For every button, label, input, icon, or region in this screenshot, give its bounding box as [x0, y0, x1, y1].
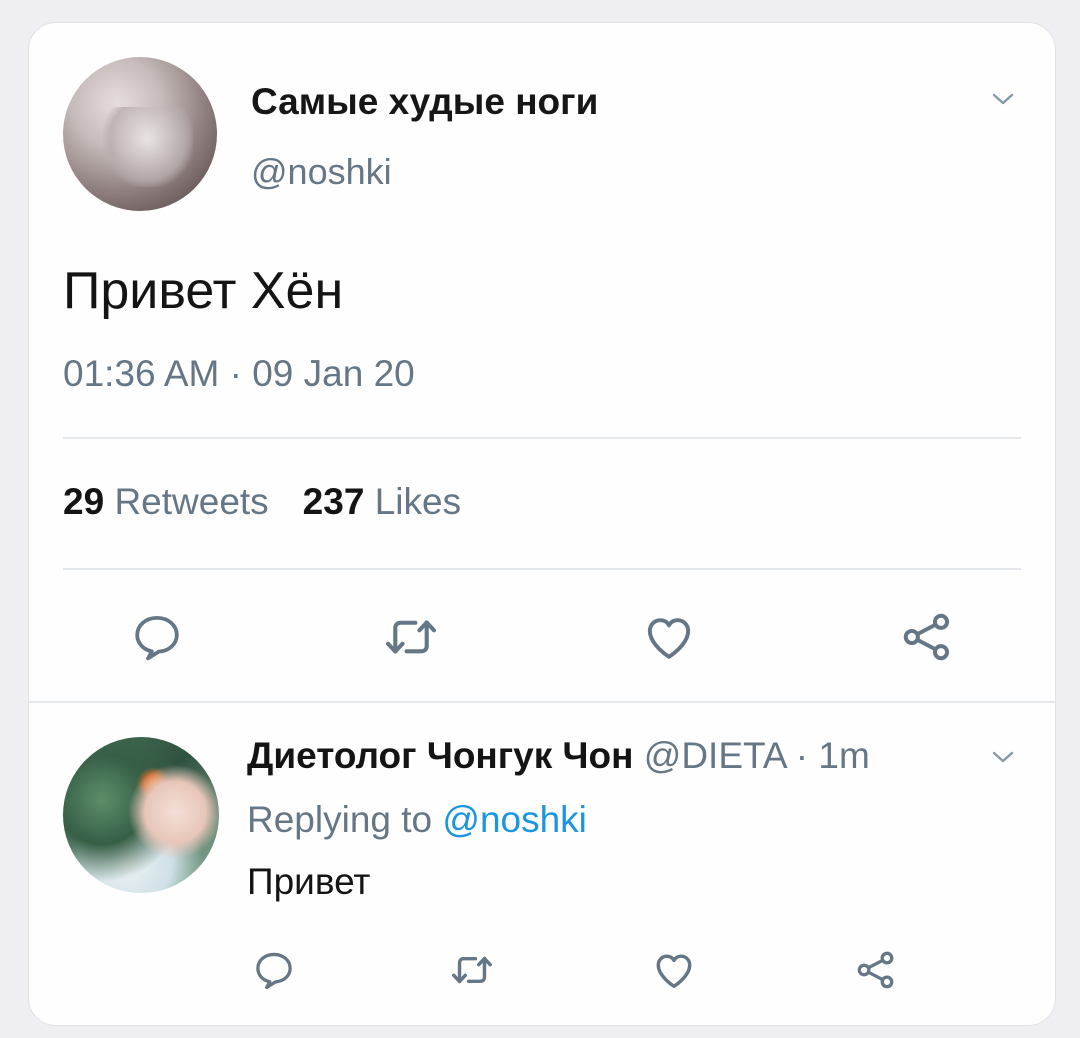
tweet-text: Привет Хён [63, 262, 344, 320]
author-name[interactable]: Самые худые ноги [251, 81, 598, 123]
likes-count: 237 [302, 481, 365, 522]
retweet-icon [452, 956, 492, 984]
reply-retweet-button[interactable] [447, 945, 497, 995]
tweet-timestamp: 01:36 AM · 09 Jan 20 [63, 353, 415, 394]
likes-stat[interactable]: 237 Likes [303, 481, 461, 522]
replying-handle-link[interactable]: @noshki [442, 799, 587, 840]
reply-share-button[interactable] [851, 945, 901, 995]
author-avatar[interactable] [63, 57, 217, 211]
tweet-card: Самые худые ноги @noshki Привет Хён 01:3… [28, 22, 1056, 1026]
reply-text: Привет [247, 861, 371, 902]
share-button[interactable] [897, 607, 957, 667]
share-icon [903, 613, 950, 661]
author-handle[interactable]: @noshki [251, 151, 392, 193]
tweet-stats: 29 Retweets 237 Likes [63, 481, 461, 523]
share-icon [857, 951, 894, 989]
reply-author-avatar[interactable] [63, 737, 219, 893]
retweets-label: Retweets [114, 481, 269, 522]
divider [63, 437, 1021, 439]
retweet-icon [385, 620, 437, 654]
like-button[interactable] [639, 607, 699, 667]
reply-icon [256, 952, 292, 990]
replying-prefix: Replying to [247, 799, 433, 840]
retweet-button[interactable] [381, 607, 441, 667]
chevron-down-icon[interactable] [991, 87, 1015, 111]
likes-label: Likes [374, 481, 462, 522]
reply-button[interactable] [127, 607, 187, 667]
retweets-stat[interactable]: 29 Retweets [63, 481, 269, 522]
reply-meta: @DIETA · 1m [643, 735, 870, 776]
heart-icon [656, 954, 692, 989]
reply-header: Диетолог Чонгук Чон @DIETA · 1m [247, 735, 870, 777]
divider [29, 701, 1055, 703]
retweets-count: 29 [63, 481, 105, 522]
divider [63, 568, 1021, 570]
heart-icon [647, 618, 691, 659]
chevron-down-icon[interactable] [991, 745, 1015, 769]
replying-to: Replying to @noshki [247, 799, 587, 841]
reply-like-button[interactable] [649, 945, 699, 995]
reply-icon [135, 615, 179, 661]
reply-reply-button[interactable] [249, 945, 299, 995]
reply-author-name[interactable]: Диетолог Чонгук Чон [247, 735, 634, 776]
